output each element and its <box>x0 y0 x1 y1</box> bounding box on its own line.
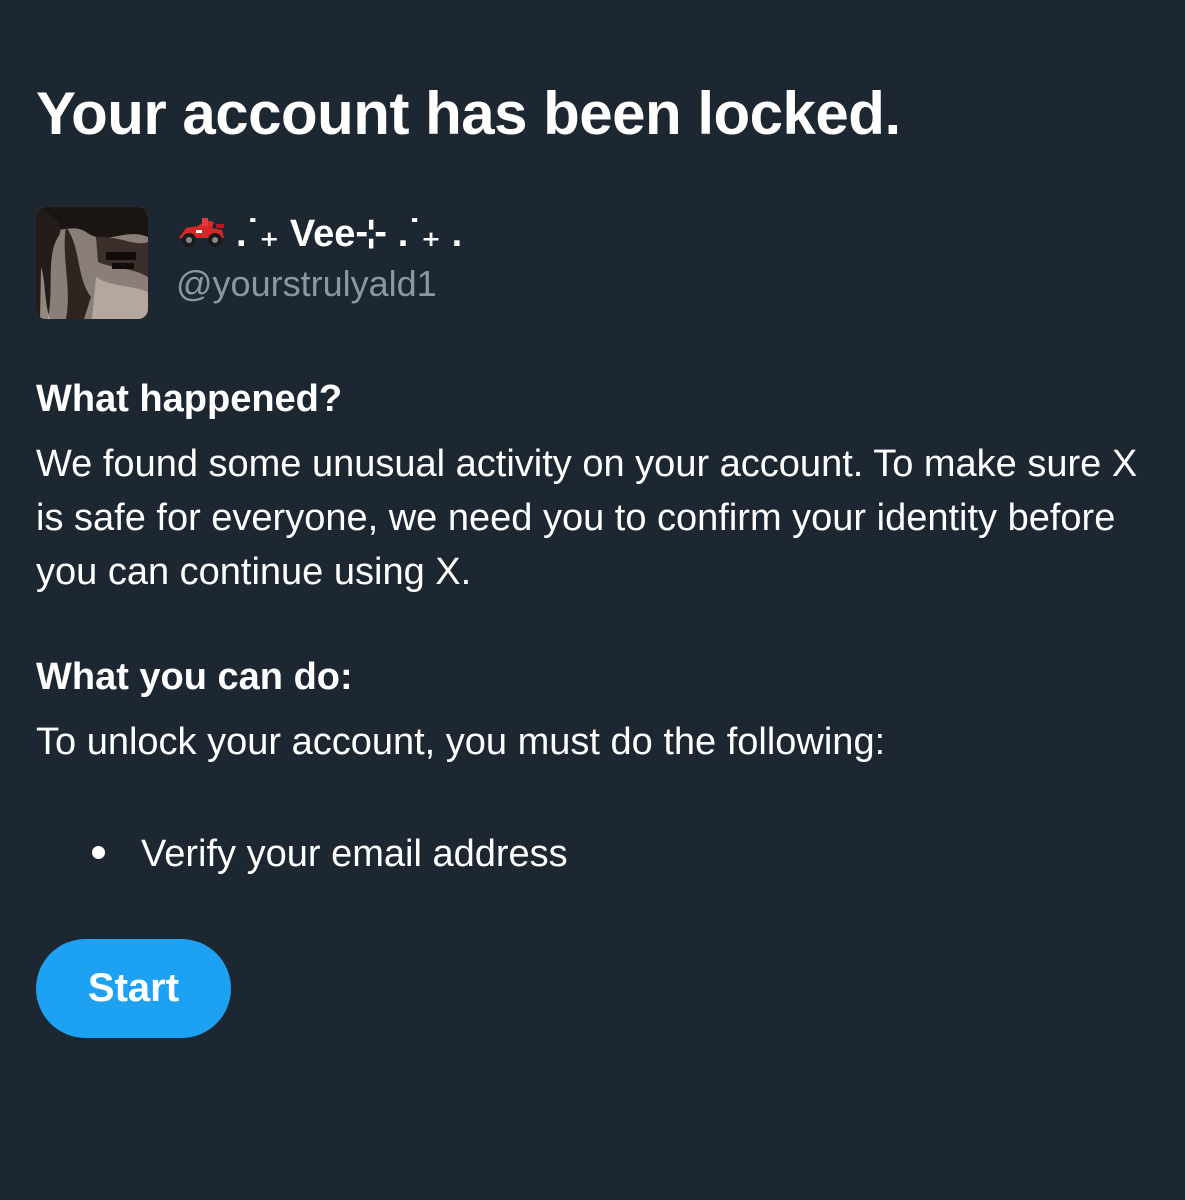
what-you-can-do-heading: What you can do: <box>36 656 353 698</box>
display-name: .˙₊ Vee⊹ .˙₊ . <box>176 210 462 262</box>
locked-account-page: Your account has been locked. .˙₊ Vee⊹ .… <box>0 0 1185 1200</box>
bullet-icon <box>92 846 105 860</box>
step-list-item: Verify your email address <box>92 827 568 881</box>
account-card: .˙₊ Vee⊹ .˙₊ . @yourstrulyald1 <box>36 207 736 319</box>
what-happened-text: We found some unusual activity on your a… <box>36 443 1138 593</box>
racing-car-icon <box>176 214 226 262</box>
what-you-can-do-text: To unlock your account, you must do the … <box>36 721 886 763</box>
what-happened-heading: What happened? <box>36 378 343 420</box>
account-handle: @yourstrulyald1 <box>176 263 437 304</box>
avatar <box>36 207 148 319</box>
start-button[interactable]: Start <box>36 939 231 1038</box>
page-title: Your account has been locked. <box>36 80 901 147</box>
step-verify-email: Verify your email address <box>141 833 568 875</box>
display-name-text: .˙₊ Vee⊹ .˙₊ . <box>236 213 463 255</box>
